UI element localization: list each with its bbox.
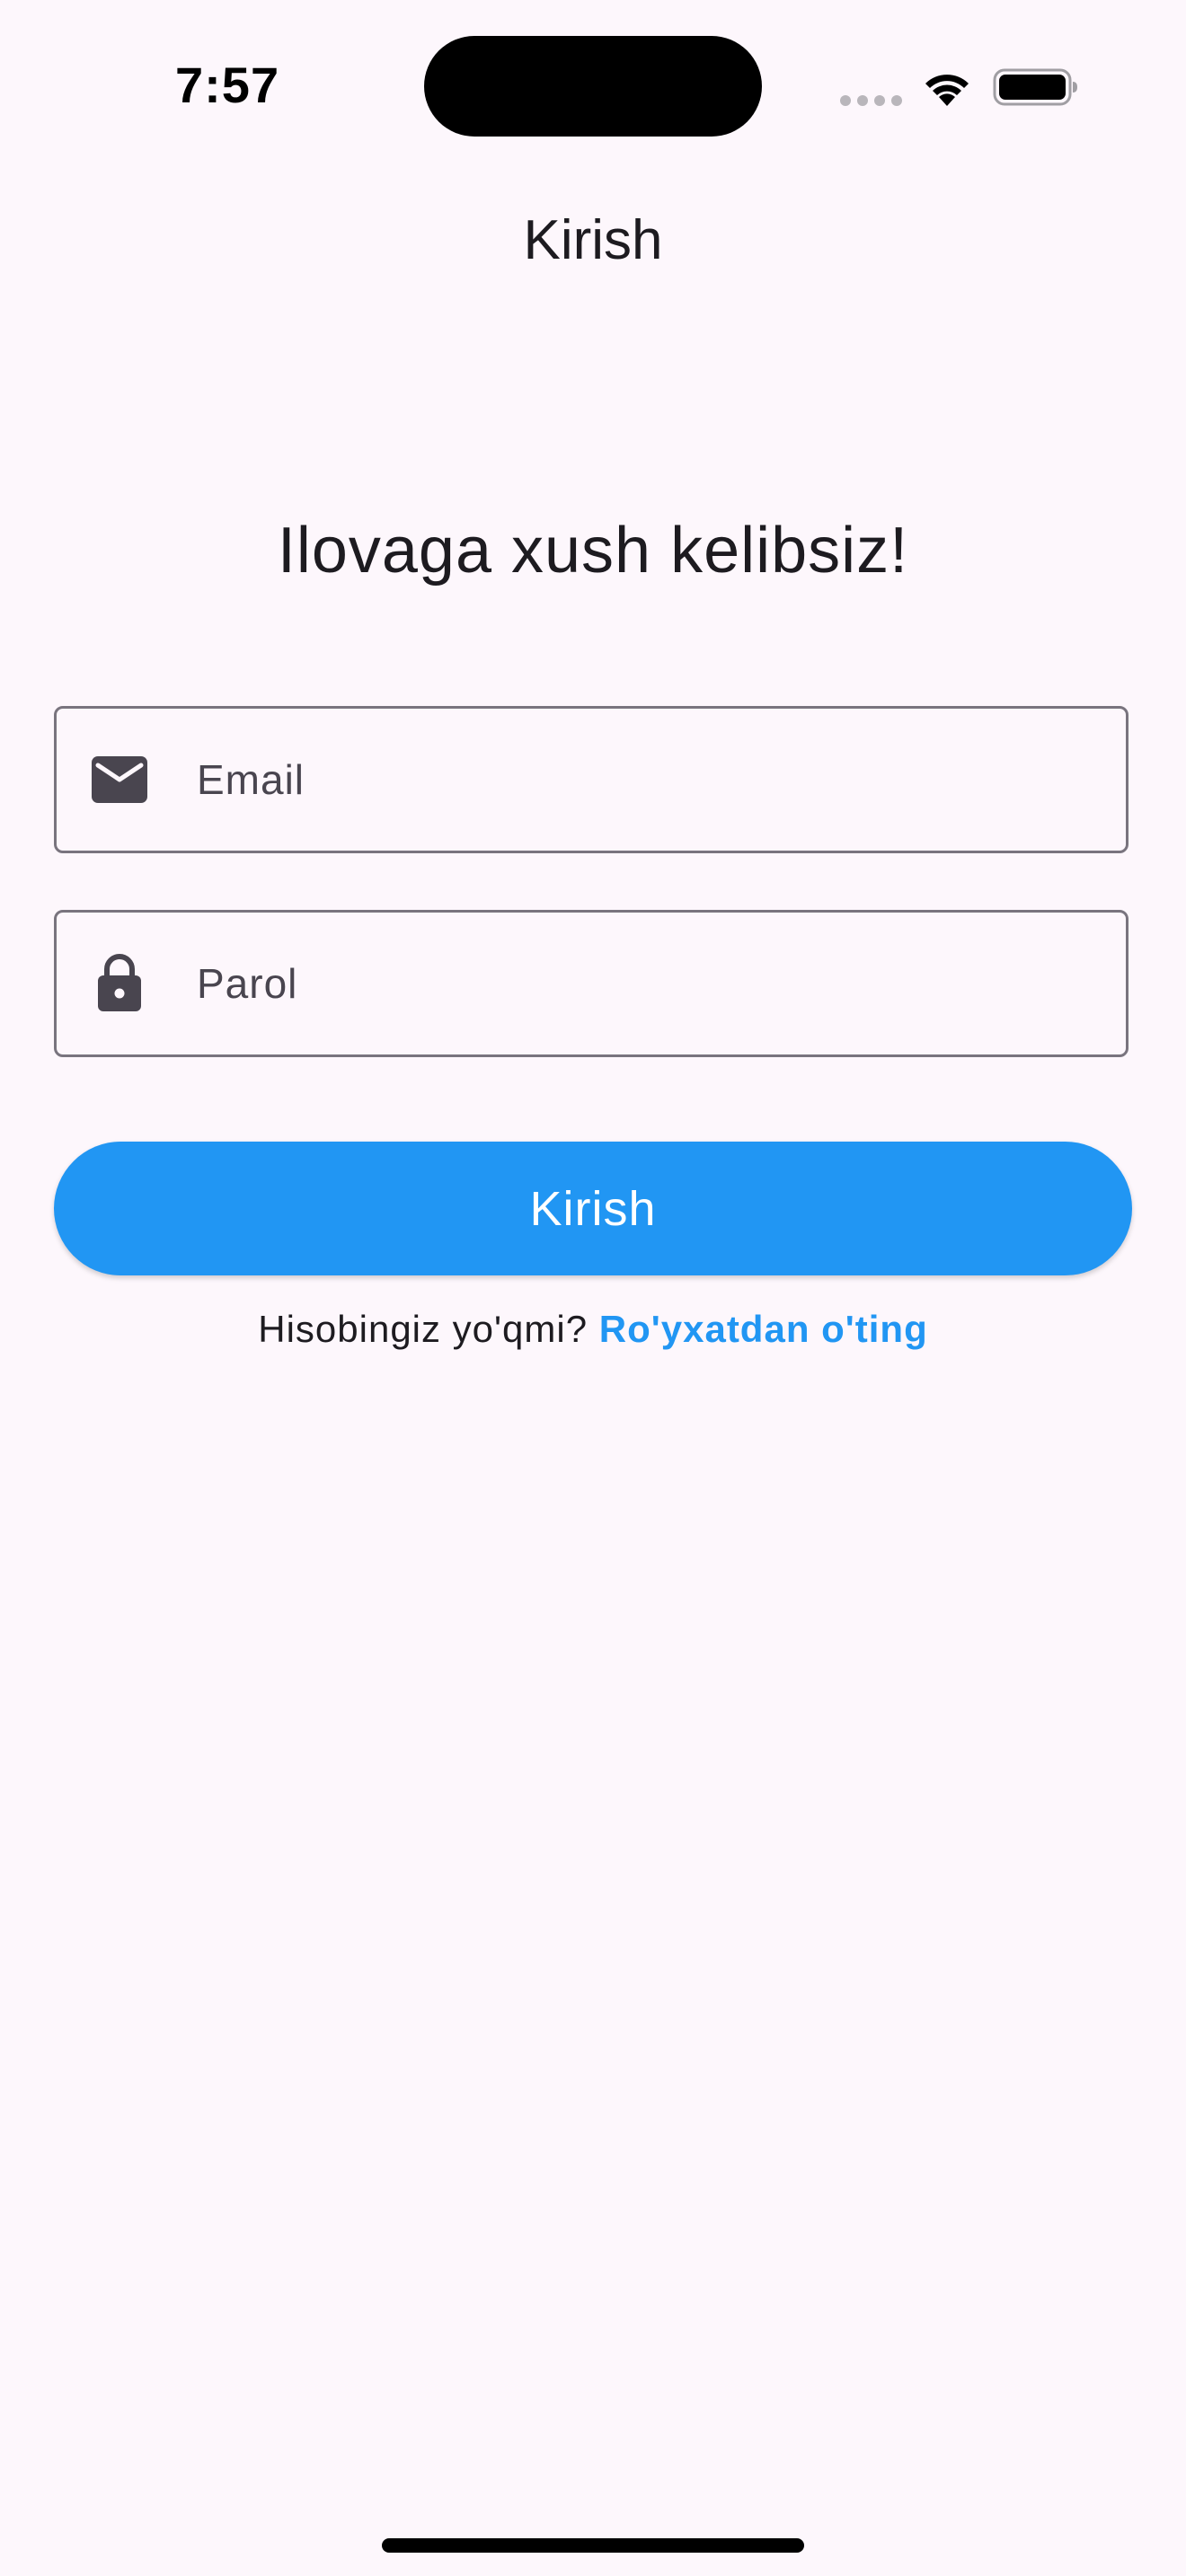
cellular-signal-icon [840,95,902,106]
status-bar: 7:57 [0,0,1186,144]
wifi-icon [925,75,969,106]
battery-icon [993,68,1077,106]
mail-icon [91,751,148,808]
page-title: Kirish [523,209,663,271]
password-field[interactable] [54,910,1128,1057]
welcome-heading: Ilovaga xush kelibsiz! [277,515,909,587]
home-indicator[interactable] [382,2538,804,2553]
register-link[interactable]: Ro'yxatdan o'ting [599,1308,928,1350]
email-field[interactable] [54,706,1128,853]
register-prompt-text: Hisobingiz yo'qmi? [258,1308,589,1350]
login-button[interactable]: Kirish [54,1142,1132,1275]
status-time: 7:57 [175,57,280,113]
dynamic-island [424,36,762,137]
password-input[interactable] [197,913,1126,1054]
lock-icon [91,954,148,1012]
register-prompt-row: Hisobingiz yo'qmi? Ro'yxatdan o'ting [0,1308,1186,1351]
email-input[interactable] [197,709,1126,851]
